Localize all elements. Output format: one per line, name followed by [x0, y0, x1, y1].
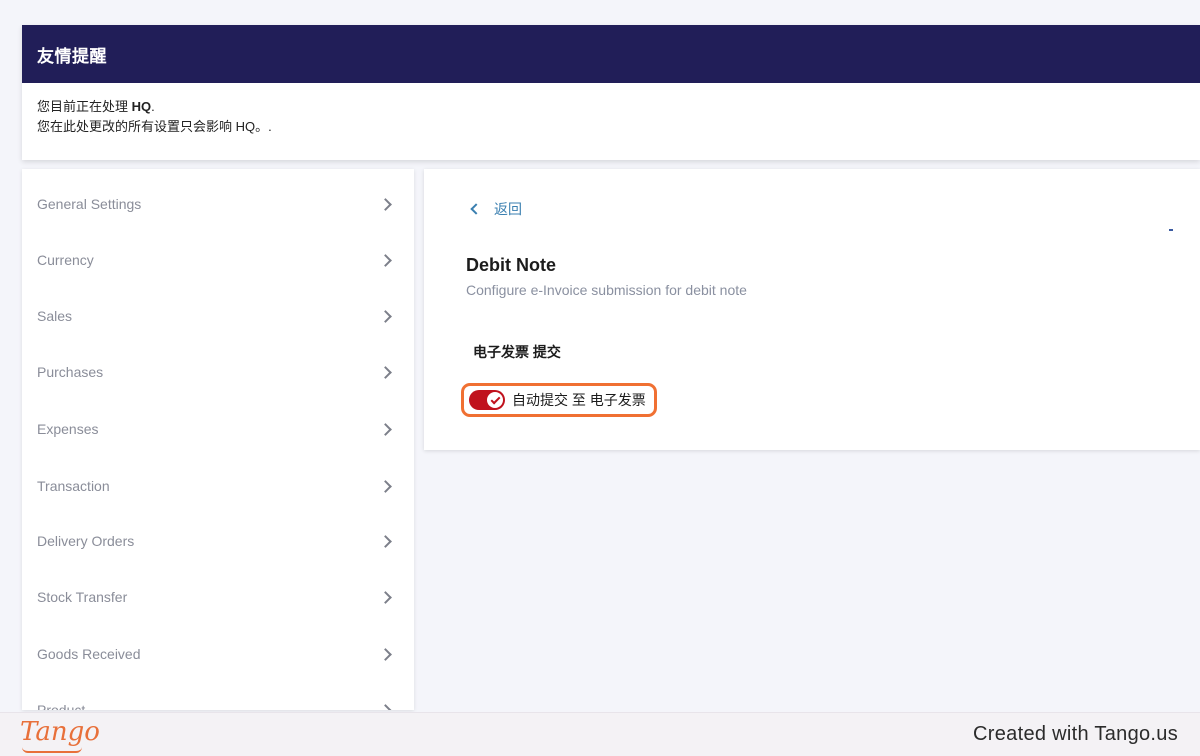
toggle-knob: [487, 392, 503, 408]
sidebar-item-purchases[interactable]: Purchases: [22, 352, 414, 392]
sidebar-item-label: Expenses: [37, 421, 99, 437]
chevron-right-icon: [379, 309, 392, 323]
notice-body: 您目前正在处理 HQ. 您在此处更改的所有设置只会影响 HQ。.: [22, 83, 1200, 137]
auto-submit-einvoice-control[interactable]: 自动提交 至 电子发票: [461, 383, 657, 417]
sidebar-item-label: Currency: [37, 252, 94, 268]
scroll-indicator: [1169, 229, 1173, 231]
chevron-right-icon: [379, 703, 392, 710]
sidebar-item-product[interactable]: Product: [22, 690, 414, 710]
notice-line-1: 您目前正在处理 HQ.: [37, 97, 1200, 117]
sidebar-item-label: Delivery Orders: [37, 533, 135, 549]
sidebar-item-label: Goods Received: [37, 646, 141, 662]
created-with-text: Created with Tango.us: [973, 723, 1178, 745]
notice-entity: HQ: [131, 99, 152, 114]
back-label: 返回: [494, 201, 522, 217]
chevron-right-icon: [379, 365, 392, 379]
back-button[interactable]: 返回: [470, 199, 522, 219]
chevron-right-icon: [379, 479, 392, 493]
chevron-right-icon: [379, 534, 392, 548]
sidebar-item-stock-transfer[interactable]: Stock Transfer: [22, 577, 414, 617]
sidebar-item-label: Stock Transfer: [37, 589, 128, 605]
sidebar-item-label: Purchases: [37, 364, 104, 380]
reminder-notice: 友情提醒 您目前正在处理 HQ. 您在此处更改的所有设置只会影响 HQ。.: [22, 25, 1200, 160]
notice-line-1-suffix: .: [151, 99, 155, 114]
auto-submit-label: 自动提交 至 电子发票: [512, 392, 646, 408]
sidebar-item-expenses[interactable]: Expenses: [22, 409, 414, 449]
notice-line-2: 您在此处更改的所有设置只会影响 HQ。.: [37, 119, 272, 134]
sidebar-item-label: General Settings: [37, 196, 142, 212]
sidebar-item-label: Product: [37, 702, 86, 710]
notice-line-1-prefix: 您目前正在处理: [37, 99, 132, 114]
debit-note-settings-panel: 返回 Debit Note Configure e-Invoice submis…: [424, 169, 1200, 450]
sidebar-item-delivery-orders[interactable]: Delivery Orders: [22, 521, 414, 561]
page-title: Debit Note: [466, 255, 556, 275]
sidebar-item-goods-received[interactable]: Goods Received: [22, 634, 414, 674]
tango-logo: Tango: [20, 717, 100, 747]
tango-footer: Tango Created with Tango.us: [0, 712, 1200, 756]
sidebar-item-label: Sales: [37, 308, 73, 324]
sidebar-item-transaction[interactable]: Transaction: [22, 466, 414, 506]
chevron-left-icon: [470, 203, 482, 215]
sidebar-item-general-settings[interactable]: General Settings: [22, 184, 414, 224]
logo-swash: [22, 747, 82, 753]
chevron-right-icon: [379, 197, 392, 211]
chevron-right-icon: [379, 253, 392, 267]
auto-submit-toggle[interactable]: [469, 390, 505, 410]
sidebar-item-sales[interactable]: Sales: [22, 296, 414, 336]
sidebar-item-currency[interactable]: Currency: [22, 240, 414, 280]
notice-title: 友情提醒: [22, 25, 1200, 83]
check-icon: [490, 394, 500, 404]
settings-sidebar: General Settings Currency Sales Purchase…: [22, 169, 414, 710]
sidebar-item-label: Transaction: [37, 478, 110, 494]
page-subtitle: Configure e-Invoice submission for debit…: [466, 282, 747, 298]
chevron-right-icon: [379, 422, 392, 436]
app-frame: 友情提醒 您目前正在处理 HQ. 您在此处更改的所有设置只会影响 HQ。. Ge…: [0, 0, 1200, 712]
chevron-right-icon: [379, 590, 392, 604]
einvoice-submission-label: 电子发票 提交: [473, 344, 561, 360]
chevron-right-icon: [379, 647, 392, 661]
